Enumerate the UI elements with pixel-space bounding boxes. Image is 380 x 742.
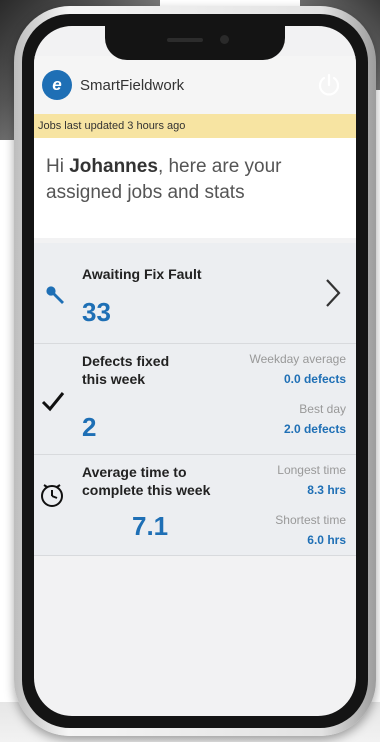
- phone-frame: e SmartFieldwork Jobs last updated 3 hou…: [14, 6, 376, 736]
- awaiting-fix-label: Awaiting Fix Fault: [82, 266, 202, 282]
- awaiting-fix-card[interactable]: Awaiting Fix Fault 33: [34, 243, 356, 344]
- last-updated-banner: Jobs last updated 3 hours ago: [34, 114, 356, 138]
- front-camera: [220, 35, 229, 44]
- longest-time-label: Longest time: [277, 463, 346, 477]
- user-name: Johannes: [69, 156, 158, 177]
- shortest-time-label: Shortest time: [275, 513, 346, 527]
- defects-fixed-label: Defects fixed this week: [82, 352, 169, 388]
- chevron-right-icon[interactable]: [324, 277, 342, 314]
- greeting-prefix: Hi: [46, 156, 70, 177]
- app-header: e SmartFieldwork: [34, 56, 356, 114]
- defects-fixed-card: Defects fixed this week 2 Weekday averag…: [34, 344, 356, 455]
- app-title: SmartFieldwork: [80, 76, 185, 94]
- app-logo: e: [42, 70, 72, 100]
- wrench-icon: [44, 283, 70, 314]
- best-day-label: Best day: [299, 402, 346, 416]
- speaker-grille: [167, 38, 203, 42]
- longest-time-value: 8.3 hrs: [307, 483, 346, 497]
- best-day-value: 2.0 defects: [283, 422, 346, 436]
- awaiting-fix-count: 33: [82, 297, 111, 327]
- phone-notch: [105, 26, 285, 60]
- average-time-label-line1: Average time to: [82, 464, 187, 480]
- average-time-value: 7.1: [132, 511, 169, 541]
- clock-icon: [38, 481, 66, 514]
- phone-bezel: e SmartFieldwork Jobs last updated 3 hou…: [22, 14, 368, 728]
- logo-letter: e: [52, 75, 62, 94]
- power-icon[interactable]: [316, 72, 342, 98]
- shortest-time-value: 6.0 hrs: [307, 533, 346, 547]
- defects-fixed-label-line2: this week: [82, 371, 146, 387]
- checkmark-icon: [40, 388, 66, 419]
- defects-fixed-count: 2: [82, 412, 97, 442]
- defects-fixed-label-line1: Defects fixed: [82, 353, 170, 369]
- last-updated-text: Jobs last updated 3 hours ago: [38, 120, 186, 132]
- average-time-card: Average time to complete this week 7.1 L…: [34, 455, 356, 556]
- greeting-section: Hi Johannes, here are your assigned jobs…: [34, 138, 356, 238]
- weekday-average-value: 0.0 defects: [283, 372, 346, 386]
- average-time-label: Average time to complete this week: [82, 463, 210, 499]
- phone-screen: e SmartFieldwork Jobs last updated 3 hou…: [34, 26, 356, 716]
- weekday-average-label: Weekday average: [249, 352, 346, 366]
- average-time-label-line2: complete this week: [82, 482, 211, 498]
